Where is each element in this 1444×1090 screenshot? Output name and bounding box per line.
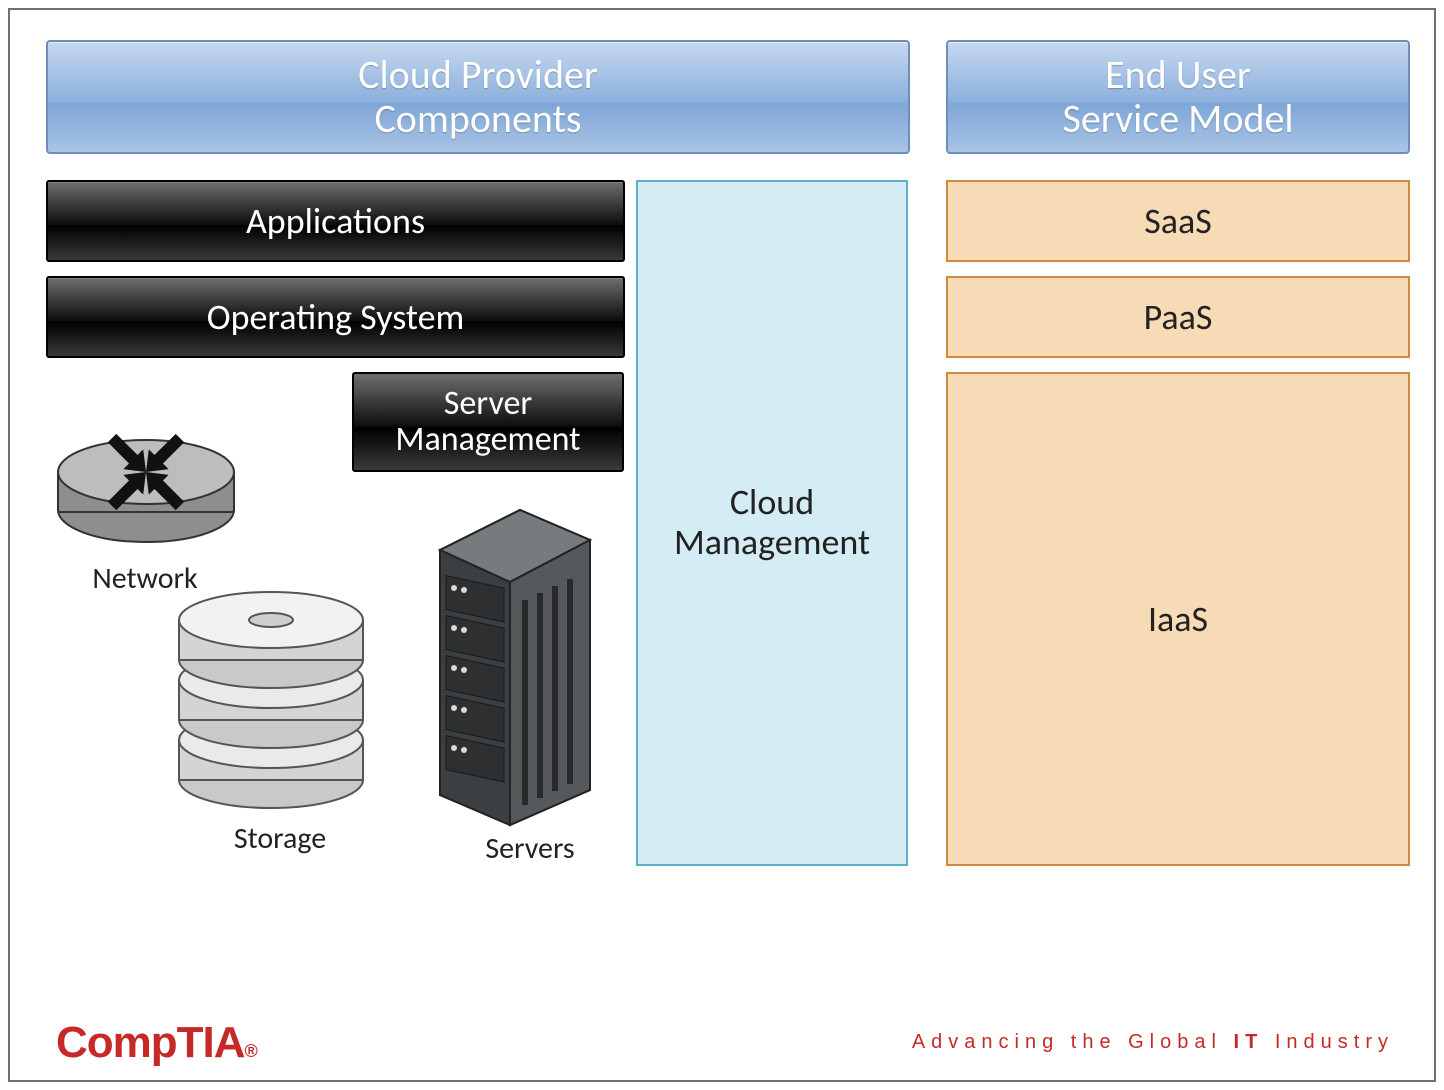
header-end-user-service-model: End UserService Model: [946, 40, 1410, 154]
layer-operating-system-label: Operating System: [207, 295, 465, 339]
layer-cloud-management-label: CloudManagement: [674, 483, 870, 562]
comptia-logo: CompTIA®: [56, 1018, 257, 1068]
storage-label: Storage: [210, 820, 350, 857]
header-end-user-service-model-label: End UserService Model: [1062, 53, 1293, 141]
network-router-icon: [46, 390, 246, 560]
layer-server-management: ServerManagement: [352, 372, 624, 472]
comptia-logo-text: CompTIA: [56, 1018, 245, 1067]
server-rack-icon: [410, 490, 610, 830]
layer-applications-label: Applications: [246, 199, 425, 243]
diagram-frame: Cloud ProviderComponents End UserService…: [8, 8, 1436, 1082]
comptia-logo-dot: ®: [245, 1041, 257, 1061]
service-model-iaas-label: IaaS: [1148, 597, 1208, 641]
service-model-iaas: IaaS: [946, 372, 1410, 866]
servers-label: Servers: [460, 830, 600, 867]
layer-cloud-management: CloudManagement: [636, 180, 908, 866]
service-model-saas: SaaS: [946, 180, 1410, 262]
service-model-saas-label: SaaS: [1144, 199, 1212, 243]
tagline-end: Industry: [1263, 1031, 1394, 1053]
tagline: Advancing the Global IT Industry: [912, 1031, 1394, 1054]
storage-disks-icon: [166, 590, 376, 820]
service-model-paas: PaaS: [946, 276, 1410, 358]
tagline-mid: o: [1160, 1031, 1177, 1053]
layer-server-management-label: ServerManagement: [395, 386, 580, 457]
layer-applications: Applications: [46, 180, 625, 262]
layer-operating-system: Operating System: [46, 276, 625, 358]
tagline-suffix: bal: [1177, 1031, 1233, 1053]
header-cloud-provider-components-label: Cloud ProviderComponents: [358, 53, 598, 141]
page: Cloud ProviderComponents End UserService…: [0, 0, 1444, 1090]
tagline-prefix: Advancing the Gl: [912, 1031, 1160, 1053]
header-cloud-provider-components: Cloud ProviderComponents: [46, 40, 910, 154]
tagline-bold: IT: [1234, 1031, 1264, 1053]
service-model-paas-label: PaaS: [1144, 295, 1213, 339]
